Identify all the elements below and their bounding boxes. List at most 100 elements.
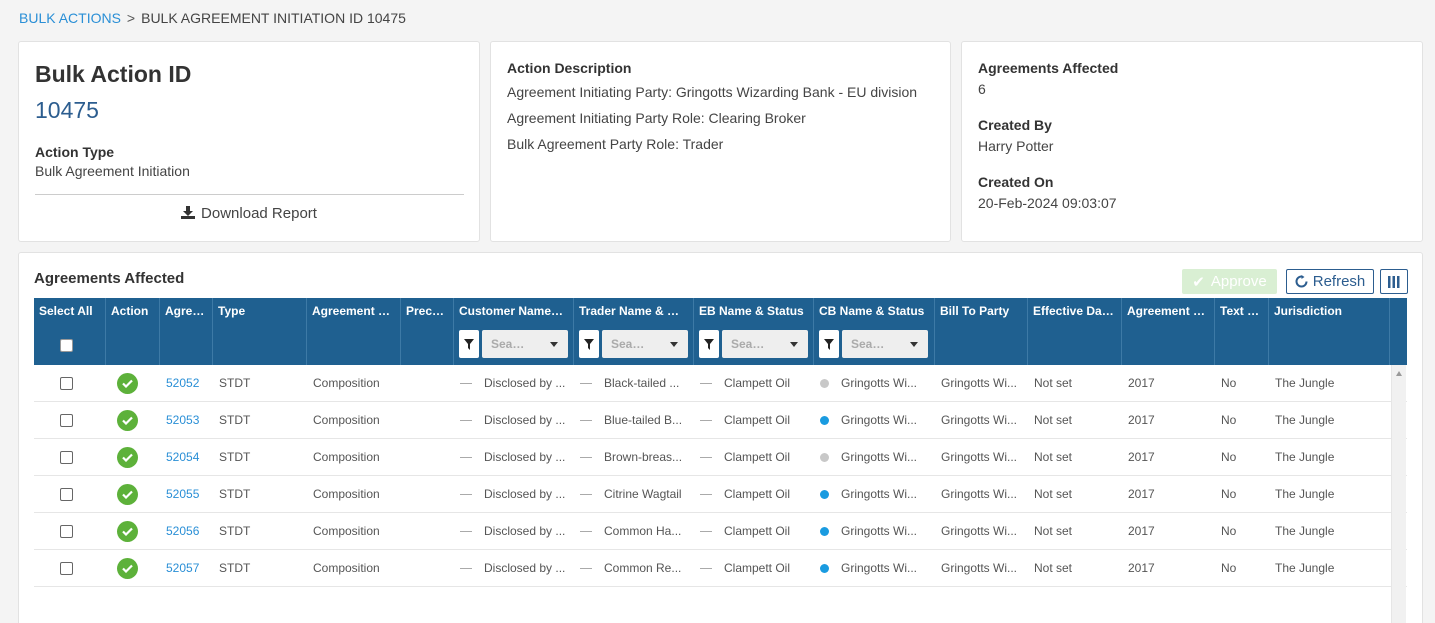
select-all-checkbox[interactable] [60, 339, 73, 352]
scroll-up-arrow-icon[interactable] [1396, 371, 1402, 376]
agreement-id-link[interactable]: 52057 [160, 550, 213, 587]
meta-card: Agreements Affected 6 Created By Harry P… [961, 41, 1423, 242]
column-header-agreement-year[interactable]: Agreement … [1122, 298, 1215, 365]
column-header-text[interactable]: Text … [1215, 298, 1269, 365]
type-cell: STDT [219, 561, 251, 575]
filter-icon[interactable] [699, 330, 719, 358]
bill-to-cell: Gringotts Wi... [941, 487, 1018, 501]
breadcrumb-current: BULK AGREEMENT INITIATION ID 10475 [141, 10, 406, 26]
filter-icon[interactable] [819, 330, 839, 358]
agreement-id-link[interactable]: 52054 [160, 439, 213, 476]
column-header-trader-name[interactable]: Trader Name & … Sea… [574, 298, 694, 365]
chevron-down-icon [550, 342, 558, 347]
breadcrumb-bulk-actions-link[interactable]: BULK ACTIONS [19, 10, 121, 26]
column-header-precedence[interactable]: Prec… [401, 298, 454, 365]
vertical-scrollbar[interactable] [1391, 365, 1406, 623]
agreement-id-link[interactable]: 52055 [160, 476, 213, 513]
text-cell: No [1221, 524, 1237, 538]
customer-cell: Disclosed by ... [454, 365, 574, 402]
eb-cell: Clampett Oil [694, 439, 814, 476]
filter-icon[interactable] [459, 330, 479, 358]
jurisdiction-cell: The Jungle [1275, 524, 1335, 538]
type-cell: STDT [219, 487, 251, 501]
check-icon: ✔ [1192, 273, 1205, 291]
dash-icon [460, 568, 472, 570]
cb-cell: Gringotts Wi... [814, 513, 935, 550]
columns-icon [1388, 275, 1400, 288]
table-row[interactable]: 52053 STDT Composition Disclosed by ... Blue… [34, 402, 1407, 439]
agreement-year-cell: 2017 [1128, 376, 1155, 390]
column-header-type[interactable]: Type [213, 298, 307, 365]
chevron-down-icon [910, 342, 918, 347]
created-by-value: Harry Potter [978, 138, 1054, 154]
cb-cell: Gringotts Wi... [814, 402, 935, 439]
row-checkbox[interactable] [60, 525, 73, 538]
dash-icon [460, 383, 472, 385]
text-cell: No [1221, 413, 1237, 427]
status-dot-icon [820, 564, 829, 573]
trader-cell: Citrine Wagtail [574, 476, 694, 513]
dash-icon [460, 531, 472, 533]
table-title: Agreements Affected [34, 270, 185, 287]
bill-to-cell: Gringotts Wi... [941, 376, 1018, 390]
table-row[interactable]: 52052 STDT Composition Disclosed by ... Blac… [34, 365, 1407, 402]
dash-icon [580, 568, 592, 570]
description-line: Bulk Agreement Party Role: Trader [507, 136, 724, 152]
refresh-button[interactable]: Refresh [1286, 269, 1374, 294]
table-row[interactable]: 52055 STDT Composition Disclosed by ... Citr… [34, 476, 1407, 513]
agreements-affected-label: Agreements Affected [978, 60, 1119, 76]
agreement-id-link[interactable]: 52053 [160, 402, 213, 439]
row-checkbox[interactable] [60, 488, 73, 501]
dash-icon [700, 420, 712, 422]
table-row[interactable]: 52054 STDT Composition Disclosed by ... Brow… [34, 439, 1407, 476]
effective-date-cell: Not set [1034, 561, 1073, 575]
column-header-eb-name-status[interactable]: EB Name & Status Sea… [694, 298, 814, 365]
column-chooser-button[interactable] [1380, 269, 1408, 294]
agreement-cell: Composition [313, 450, 380, 464]
filter-icon[interactable] [579, 330, 599, 358]
column-header-cb-name-status[interactable]: CB Name & Status Sea… [814, 298, 935, 365]
dash-icon [580, 420, 592, 422]
bill-to-cell: Gringotts Wi... [941, 561, 1018, 575]
column-header-effective-date[interactable]: Effective Da… [1028, 298, 1122, 365]
action-type-label: Action Type [35, 144, 115, 160]
agreement-id-link[interactable]: 52056 [160, 513, 213, 550]
trader-cell: Blue-tailed B... [574, 402, 694, 439]
trader-filter-select[interactable]: Sea… [602, 330, 688, 358]
refresh-label: Refresh [1312, 273, 1366, 290]
agreement-cell: Composition [313, 376, 380, 390]
approve-button[interactable]: ✔ Approve [1182, 269, 1277, 294]
table-row[interactable]: 52056 STDT Composition Disclosed by ... Comm… [34, 513, 1407, 550]
jurisdiction-cell: The Jungle [1275, 413, 1335, 427]
customer-cell: Disclosed by ... [454, 439, 574, 476]
column-header-agreement[interactable]: Agreement … [307, 298, 401, 365]
column-header-agreement-id[interactable]: Agre… [160, 298, 213, 365]
agreement-year-cell: 2017 [1128, 524, 1155, 538]
breadcrumb: BULK ACTIONS > BULK AGREEMENT INITIATION I… [19, 9, 406, 27]
agreement-id-link[interactable]: 52052 [160, 365, 213, 402]
column-header-bill-to-party[interactable]: Bill To Party [935, 298, 1028, 365]
column-header-jurisdiction[interactable]: Jurisdiction [1269, 298, 1390, 365]
eb-filter-select[interactable]: Sea… [722, 330, 808, 358]
cb-filter-select[interactable]: Sea… [842, 330, 928, 358]
row-checkbox[interactable] [60, 414, 73, 427]
dash-icon [700, 568, 712, 570]
created-on-value: 20-Feb-2024 09:03:07 [978, 195, 1117, 211]
download-report-button[interactable]: Download Report [19, 205, 479, 222]
column-header-action[interactable]: Action [106, 298, 160, 365]
status-dot-icon [820, 490, 829, 499]
column-header-customer-name[interactable]: Customer Name… Sea… [454, 298, 574, 365]
agreement-year-cell: 2017 [1128, 450, 1155, 464]
row-checkbox[interactable] [60, 562, 73, 575]
bill-to-cell: Gringotts Wi... [941, 524, 1018, 538]
agreement-cell: Composition [313, 487, 380, 501]
agreements-table-card: Agreements Affected ✔ Approve Refresh Sel… [18, 252, 1423, 623]
row-checkbox[interactable] [60, 377, 73, 390]
row-checkbox[interactable] [60, 451, 73, 464]
cb-cell: Gringotts Wi... [814, 550, 935, 587]
customer-filter-select[interactable]: Sea… [482, 330, 568, 358]
check-circle-icon [117, 447, 138, 468]
agreement-year-cell: 2017 [1128, 487, 1155, 501]
status-dot-icon [820, 527, 829, 536]
table-row[interactable]: 52057 STDT Composition Disclosed by ... Comm… [34, 550, 1407, 587]
